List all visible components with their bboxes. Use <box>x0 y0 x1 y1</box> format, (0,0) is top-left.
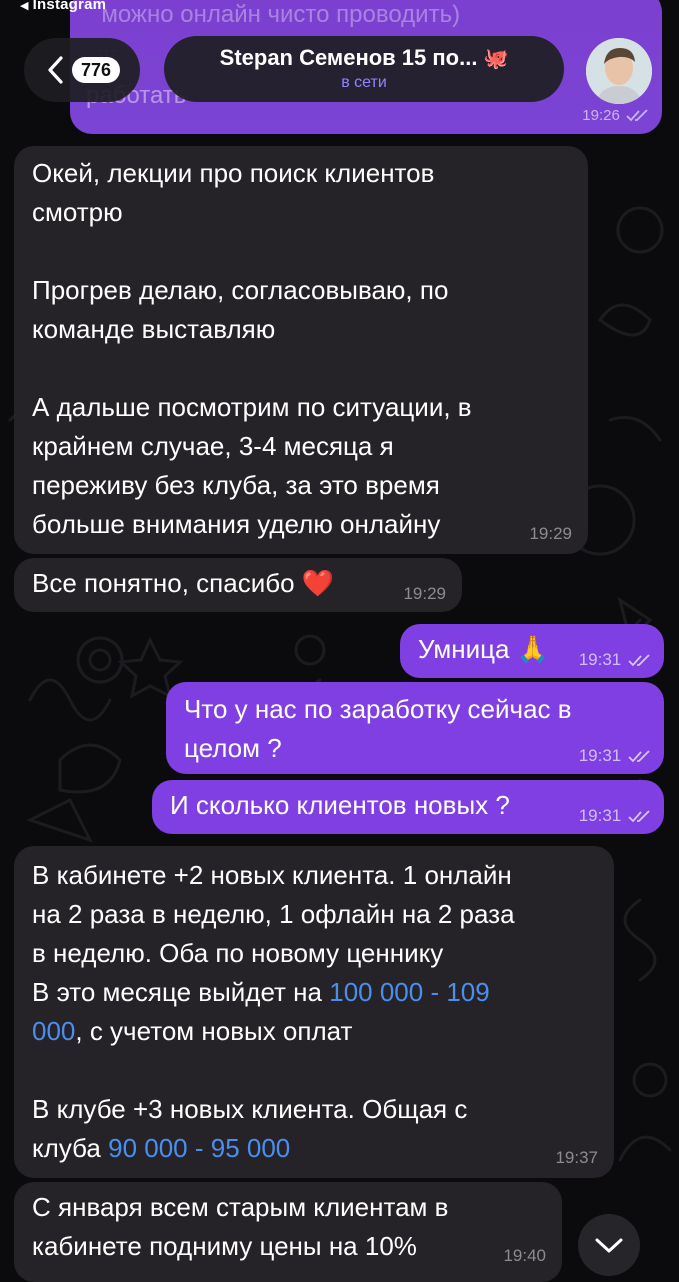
message-time: 19:31 <box>579 650 652 670</box>
message-text: Что у нас по заработку сейчас в целом ? <box>184 694 572 763</box>
unread-count-badge: 776 <box>72 57 121 83</box>
avatar-photo <box>586 38 652 104</box>
avatar[interactable] <box>586 38 652 104</box>
amount-link[interactable]: 100 000 - 109 <box>329 977 489 1007</box>
incoming-message[interactable]: В кабинете +2 новых клиента. 1 онлайн на… <box>14 846 614 1178</box>
amount-link[interactable]: 000 <box>32 1016 75 1046</box>
message-time: 19:29 <box>403 584 446 603</box>
title-emoji-status-icon: 🐙 <box>483 48 509 70</box>
message-text: В кабинете +2 новых клиента. 1 онлайн на… <box>32 860 515 1163</box>
chevron-left-icon <box>48 56 63 84</box>
message-text: С января всем старым клиентам в кабинете… <box>32 1192 449 1261</box>
chat-header: 776 Stepan Семенов 15 по... 🐙 в сети <box>0 0 679 120</box>
message-time: 19:31 <box>579 806 652 826</box>
chevron-down-icon <box>595 1238 623 1253</box>
chat-title: Stepan Семенов 15 по... <box>219 45 478 70</box>
incoming-message[interactable]: Все понятно, спасибо ❤️ 19:29 <box>14 558 462 612</box>
message-time: 19:40 <box>503 1246 546 1265</box>
double-check-icon <box>628 809 650 822</box>
chat-title-button[interactable]: Stepan Семенов 15 по... 🐙 в сети <box>164 36 564 102</box>
amount-link[interactable]: 90 000 - 95 000 <box>108 1133 290 1163</box>
message-time: 19:29 <box>529 524 572 543</box>
incoming-message[interactable]: С января всем старым клиентам в кабинете… <box>14 1182 562 1282</box>
message-time: 19:37 <box>555 1148 598 1167</box>
outgoing-message[interactable]: Что у нас по заработку сейчас в целом ? … <box>166 682 664 774</box>
message-text: Все понятно, спасибо ❤️ <box>32 568 335 598</box>
message-time: 19:31 <box>579 746 652 766</box>
presence-status: в сети <box>341 74 387 91</box>
double-check-icon <box>628 749 650 762</box>
outgoing-message[interactable]: И сколько клиентов новых ? 19:31 <box>152 780 664 834</box>
back-button[interactable]: 776 <box>24 38 140 102</box>
message-text: И сколько клиентов новых ? <box>170 790 510 820</box>
scroll-to-bottom-button[interactable] <box>578 1214 640 1276</box>
outgoing-message[interactable]: Умница 🙏 19:31 <box>400 624 664 678</box>
message-text: Окей, лекции про поиск клиентов смотрю П… <box>32 158 472 539</box>
incoming-message[interactable]: Окей, лекции про поиск клиентов смотрю П… <box>14 146 588 554</box>
double-check-icon <box>628 653 650 666</box>
